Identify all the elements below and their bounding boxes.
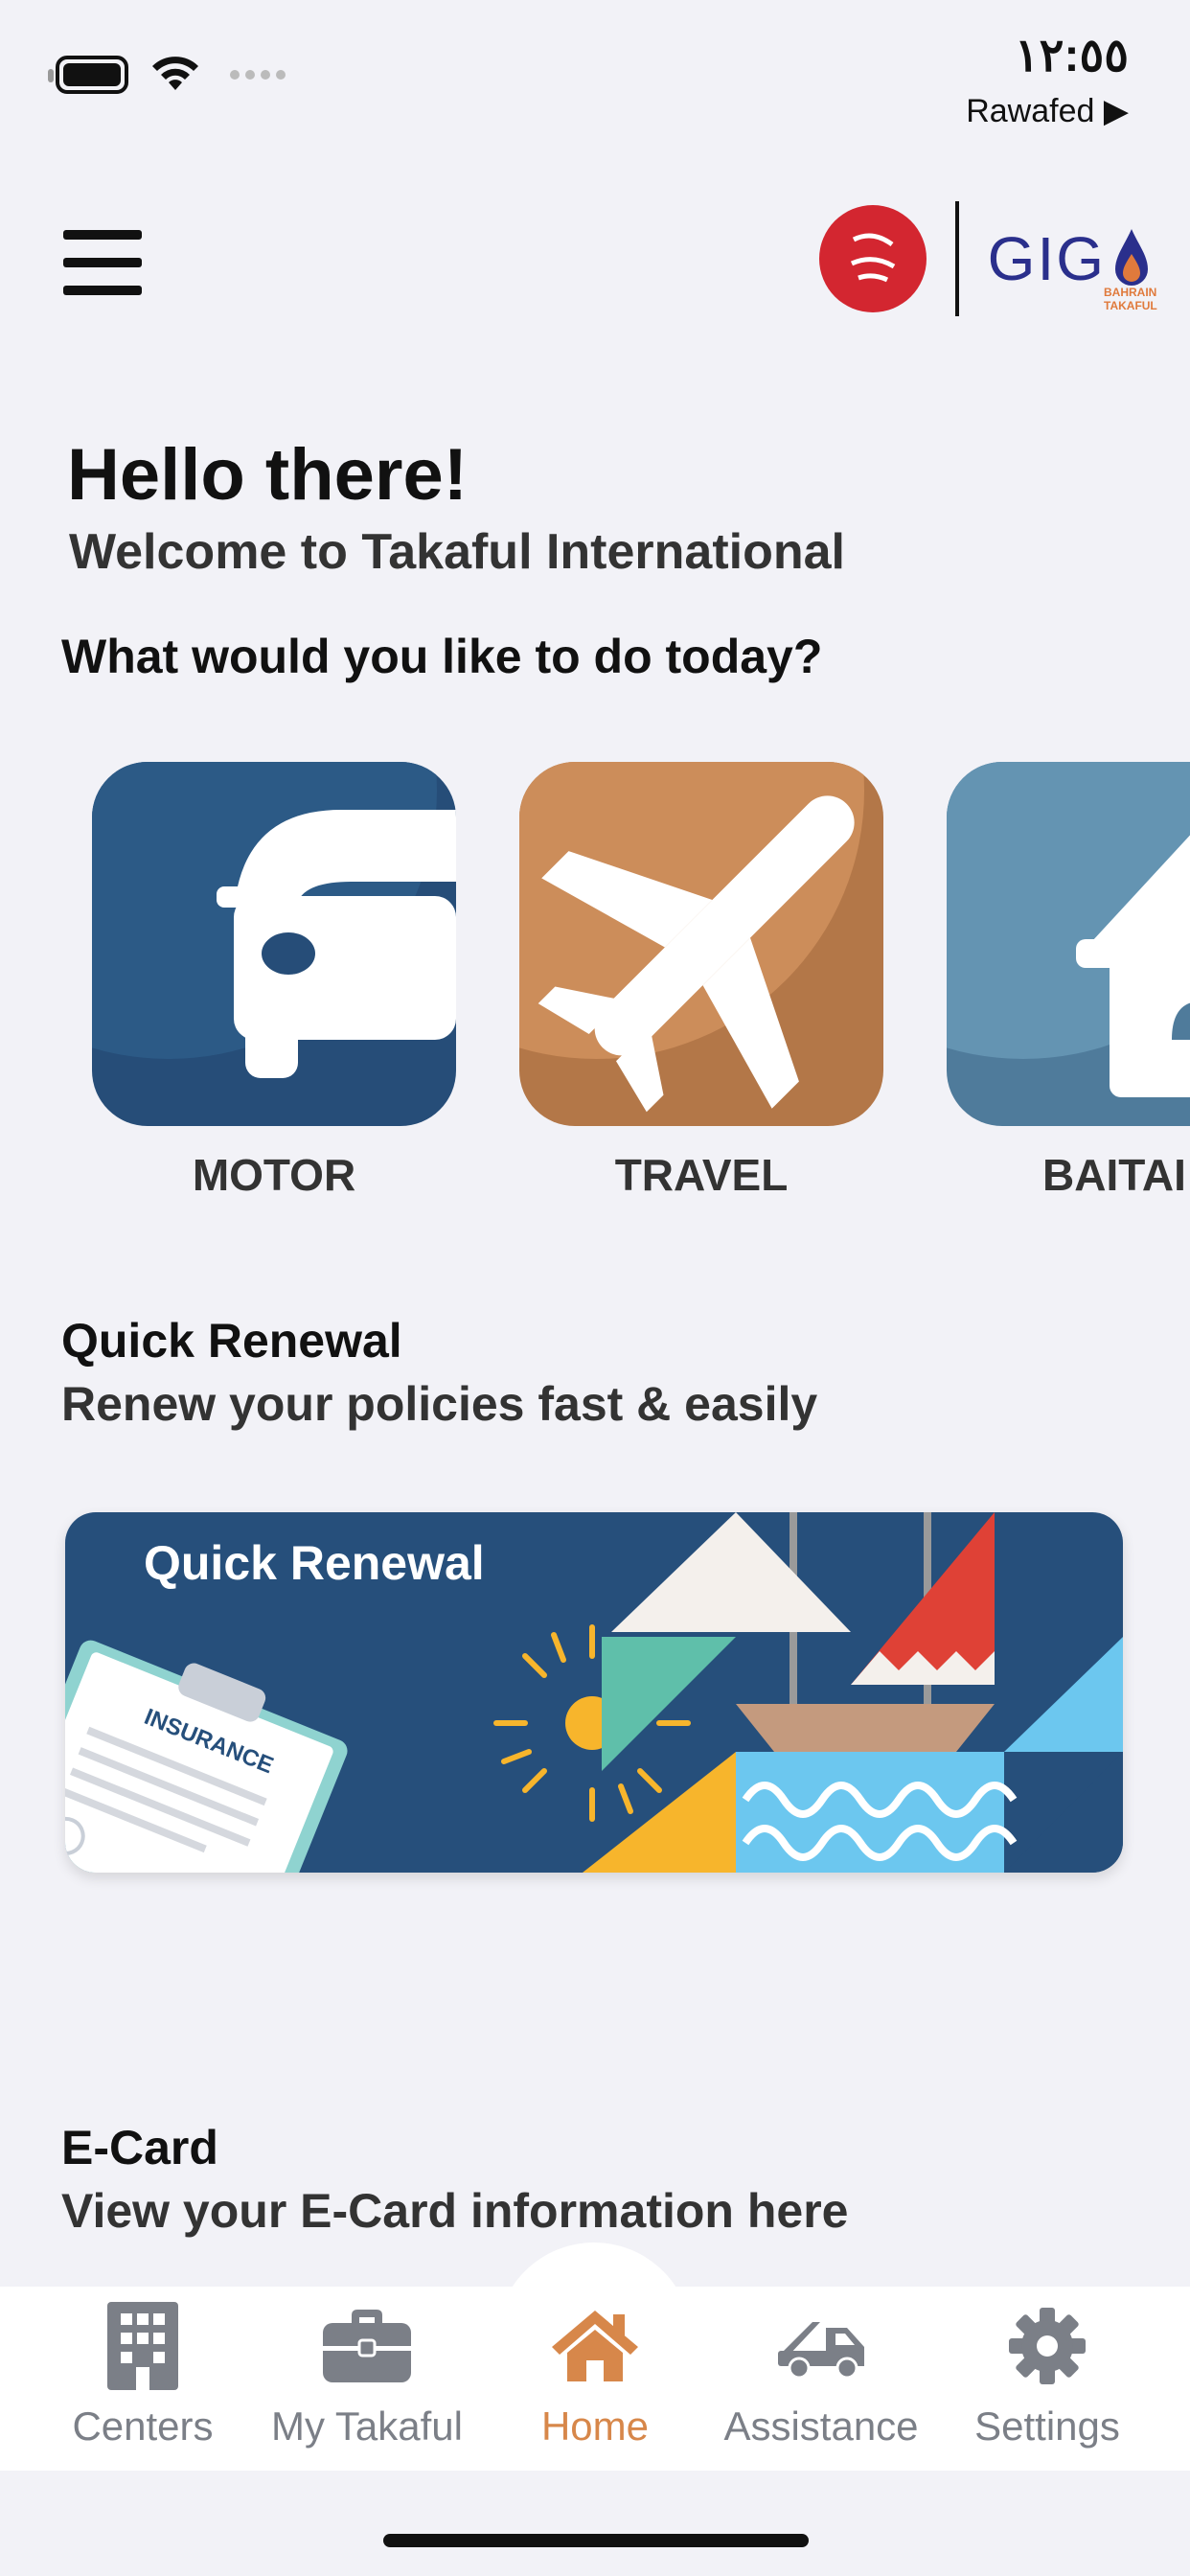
bahrain-logo	[818, 205, 927, 312]
nav-label-centers: Centers	[72, 2404, 214, 2449]
logo-divider	[954, 201, 959, 316]
ecard-subtitle: View your E-Card information here	[61, 2184, 849, 2238]
briefcase-icon	[323, 2310, 411, 2382]
nav-item-assistance[interactable]: Assistance	[711, 2298, 931, 2450]
nav-item-centers[interactable]: Centers	[33, 2298, 253, 2450]
greeting-question: What would you like to do today?	[61, 630, 823, 683]
car-icon	[217, 810, 456, 1078]
gig-logo-text: GIG	[987, 224, 1106, 293]
greeting-title: Hello there!	[67, 434, 469, 516]
hamburger-menu-icon[interactable]	[63, 230, 142, 295]
product-tile-baitai[interactable]: BAITAI	[947, 762, 1190, 1201]
house-icon	[1076, 835, 1190, 1097]
nav-label-assistance: Assistance	[723, 2404, 919, 2449]
status-bar-right: ١٢:٥٥ Rawafed ▶	[966, 29, 1129, 130]
product-label-travel: TRAVEL	[614, 1150, 789, 1200]
tow-truck-icon	[778, 2322, 864, 2378]
quick-renewal-title: Quick Renewal	[61, 1314, 402, 1368]
product-label-baitai: BAITAI	[1042, 1150, 1186, 1200]
product-label-motor: MOTOR	[192, 1150, 356, 1200]
home-icon	[552, 2311, 638, 2381]
airplane-icon	[538, 795, 855, 1113]
nav-item-settings[interactable]: Settings	[937, 2298, 1157, 2450]
gig-drop-icon	[1115, 229, 1148, 286]
greeting-subtitle: Welcome to Takaful International	[69, 524, 845, 580]
gig-logo: GIG	[988, 223, 1152, 294]
header-logos: GIG	[818, 201, 1152, 316]
building-icon	[107, 2302, 178, 2390]
nav-label-home: Home	[540, 2404, 650, 2449]
ecard-title: E-Card	[61, 2121, 218, 2174]
status-bar-left	[48, 56, 286, 94]
quick-renewal-banner[interactable]: INSURANCE Quick Renewal	[65, 1512, 1123, 1873]
gig-logo-subtext: BAHRAIN TAKAFUL	[1104, 286, 1157, 312]
nav-label-my-takaful: My Takaful	[271, 2404, 463, 2449]
product-tile-travel[interactable]: TRAVEL	[519, 762, 883, 1201]
baitai-tile-box[interactable]	[947, 762, 1190, 1126]
quick-renewal-subtitle: Renew your policies fast & easily	[61, 1377, 818, 1431]
product-carousel[interactable]: MOTOR TRAVEL BAITAI	[92, 762, 1190, 1203]
status-carrier[interactable]: Rawafed ▶	[966, 92, 1129, 130]
nav-label-settings: Settings	[974, 2404, 1120, 2449]
battery-icon	[48, 56, 128, 94]
quick-renewal-banner-title: Quick Renewal	[144, 1536, 485, 1590]
product-tile-motor[interactable]: MOTOR	[92, 762, 456, 1201]
gear-icon	[1009, 2308, 1086, 2384]
travel-tile-box[interactable]	[519, 762, 883, 1126]
signal-icon	[230, 70, 286, 80]
motor-tile-box[interactable]	[92, 762, 456, 1126]
wifi-icon	[152, 57, 198, 90]
status-time: ١٢:٥٥	[1014, 31, 1129, 81]
nav-item-my-takaful[interactable]: My Takaful	[257, 2298, 477, 2450]
nav-item-home[interactable]: Home	[485, 2298, 705, 2450]
home-indicator[interactable]	[383, 2534, 809, 2547]
